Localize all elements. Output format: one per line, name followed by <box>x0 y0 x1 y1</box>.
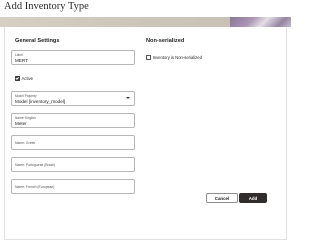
add-button[interactable]: Add <box>239 193 267 203</box>
header-banner <box>0 17 291 27</box>
name-greek-field[interactable]: Name: Greek <box>11 135 135 150</box>
model-property-label: Model Property <box>15 94 37 98</box>
name-portuguese-placeholder: Name: Portuguese (Brazil) <box>15 163 55 167</box>
active-checkbox-row[interactable]: Active <box>15 76 33 81</box>
active-label: Active <box>21 76 33 81</box>
non-serialized-label: Inventory is Non-serialized <box>152 55 202 60</box>
name-english-value: Meter <box>15 121 27 127</box>
model-property-value: Model [inventory_model] <box>15 99 66 105</box>
label-field-label: Label <box>15 53 23 57</box>
general-settings-heading: General Settings <box>15 38 60 44</box>
model-property-select[interactable]: Model Property Model [inventory_model] <box>11 91 135 106</box>
non-serialized-checkbox-row[interactable]: Inventory is Non-serialized <box>146 55 202 60</box>
name-english-field[interactable]: Name: English Meter <box>11 113 135 128</box>
cancel-button[interactable]: Cancel <box>206 193 238 203</box>
label-field[interactable]: Label MERT <box>11 50 135 65</box>
name-french-field[interactable]: Name: French (European) <box>11 179 135 194</box>
name-english-label: Name: English <box>15 116 36 120</box>
dialog-title: Add Inventory Type <box>4 1 89 12</box>
label-field-value: MERT <box>15 58 28 64</box>
name-french-placeholder: Name: French (European) <box>15 185 55 189</box>
non-serialized-heading: Non-serialized <box>146 38 185 44</box>
name-portuguese-field[interactable]: Name: Portuguese (Brazil) <box>11 157 135 172</box>
chevron-down-icon[interactable] <box>126 97 130 99</box>
name-greek-placeholder: Name: Greek <box>15 141 36 145</box>
active-checkbox[interactable] <box>15 76 20 81</box>
non-serialized-checkbox[interactable] <box>146 55 151 60</box>
